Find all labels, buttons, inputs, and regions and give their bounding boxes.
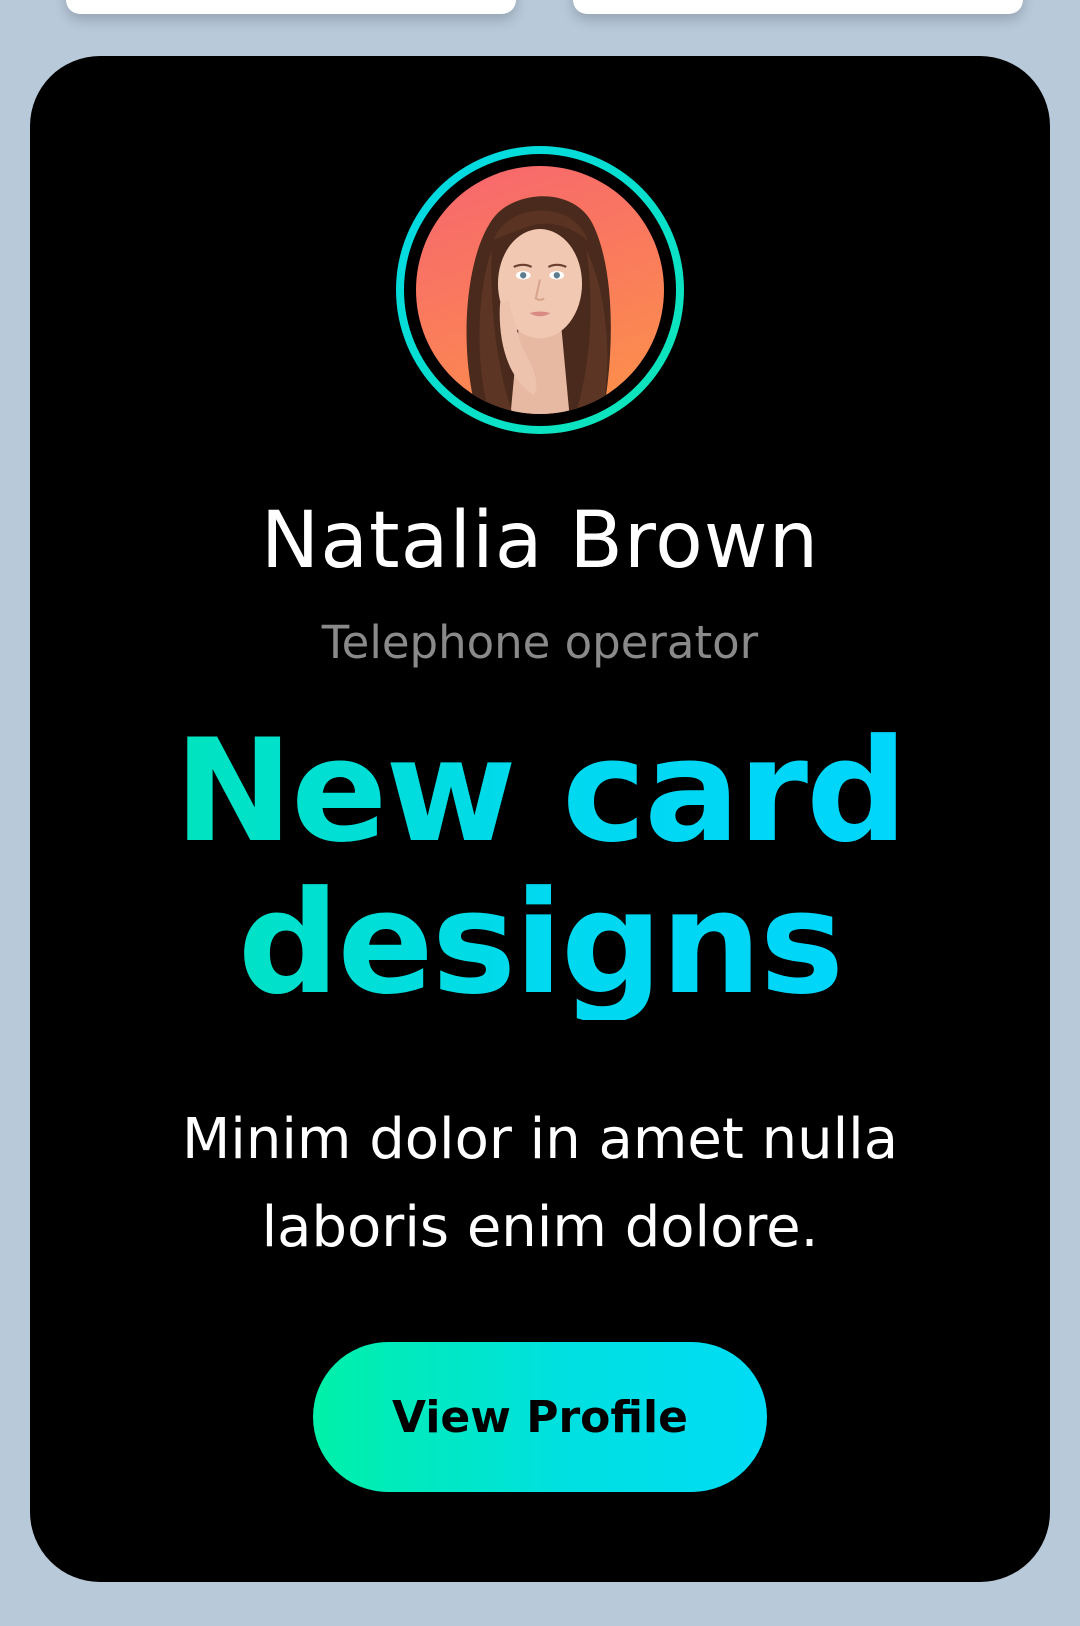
- avatar-ring: [396, 146, 684, 434]
- partial-card-right: [573, 0, 1023, 14]
- card-headline: New card designs: [90, 716, 990, 1020]
- card-description: Minim dolor in amet nulla laboris enim d…: [181, 1107, 899, 1260]
- profile-name: Natalia Brown: [260, 496, 820, 586]
- avatar-portrait-icon: [466, 196, 611, 414]
- profile-card: Natalia Brown Telephone operator New car…: [30, 56, 1050, 1582]
- profile-role: Telephone operator: [321, 616, 759, 669]
- view-profile-button[interactable]: View Profile: [313, 1342, 767, 1492]
- avatar: [416, 166, 664, 414]
- partial-card-left: [66, 0, 516, 14]
- avatar-frame: [404, 154, 676, 426]
